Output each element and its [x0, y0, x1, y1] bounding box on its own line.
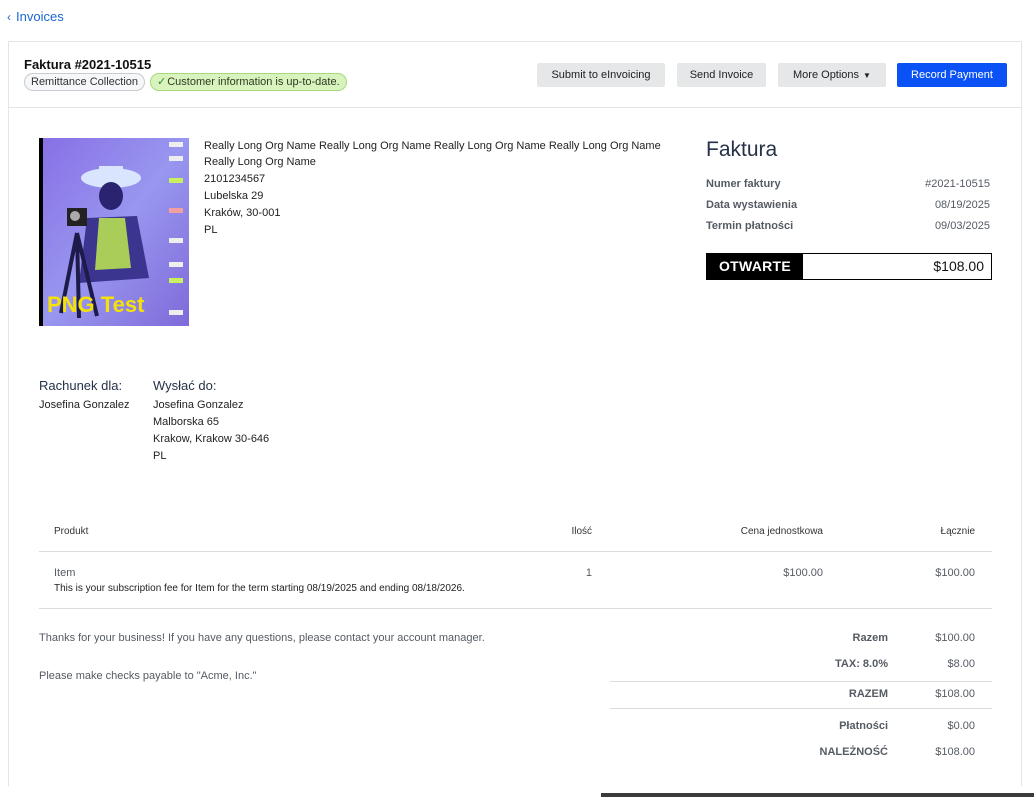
table-header-divider — [39, 551, 992, 552]
customer-info-chip-label: Customer information is up-to-date. — [167, 76, 340, 88]
ship-to-street: Malborska 65 — [153, 416, 220, 428]
company-logo: PNG Test — [39, 138, 189, 326]
submit-einvoicing-button[interactable]: Submit to eInvoicing — [537, 63, 665, 87]
subtotal-value: $100.00 — [935, 632, 975, 644]
payments-value: $0.00 — [947, 720, 975, 732]
send-invoice-button[interactable]: Send Invoice — [677, 63, 766, 87]
amount-due-value: $108.00 — [935, 746, 975, 758]
col-header-unit-price: Cena jednostkowa — [740, 526, 823, 537]
chevron-down-icon: ▼ — [863, 71, 871, 80]
seller-name-line1: Really Long Org Name Really Long Org Nam… — [204, 140, 661, 152]
logo-image: PNG Test — [43, 138, 189, 326]
ship-to-city: Krakow, Krakow 30-646 — [153, 433, 270, 445]
col-header-product: Produkt — [54, 526, 89, 537]
tax-label: TAX: 8.0% — [835, 658, 888, 670]
status-amount: $108.00 — [933, 258, 984, 274]
bill-to-heading: Rachunek dla: — [39, 378, 123, 393]
payments-label: Płatności — [839, 720, 888, 732]
back-link-label: Invoices — [16, 9, 64, 24]
due-date-value: 09/03/2025 — [934, 220, 990, 232]
seller-city: Kraków, 30-001 — [204, 207, 281, 219]
back-to-invoices-link[interactable]: ‹ Invoices — [7, 9, 64, 24]
row-qty: 1 — [585, 567, 592, 579]
row-description: This is your subscription fee for Item f… — [54, 583, 465, 594]
document-title: Faktura — [706, 138, 778, 161]
totals-divider-1 — [610, 681, 992, 682]
more-options-button[interactable]: More Options ▼ — [778, 63, 886, 87]
col-header-qty: Ilość — [571, 526, 592, 537]
issue-date-value: 08/19/2025 — [934, 199, 990, 211]
seller-tax-id: 2101234567 — [204, 173, 266, 185]
invoice-header: Faktura #2021-10515 Remittance Collectio… — [9, 42, 1021, 108]
col-header-total: Łącznie — [940, 526, 975, 537]
invoice-number-value: #2021-10515 — [925, 178, 990, 190]
bill-to-name: Josefina Gonzalez — [39, 399, 130, 411]
totals-divider-2 — [610, 708, 992, 709]
bottom-scrollbar[interactable] — [601, 793, 1034, 797]
amount-due-label: NALEŻNOŚĆ — [819, 746, 888, 758]
issue-date-label: Data wystawienia — [706, 199, 798, 211]
remittance-chip: Remittance Collection — [24, 73, 145, 91]
ship-to-name: Josefina Gonzalez — [153, 399, 244, 411]
invoice-title: Faktura #2021-10515 — [24, 57, 152, 72]
due-date-label: Termin płatności — [706, 220, 794, 232]
chevron-left-icon: ‹ — [7, 9, 11, 24]
more-options-label: More Options — [793, 69, 860, 81]
status-box: OTWARTE $108.00 — [706, 253, 992, 280]
invoice-card: Faktura #2021-10515 Remittance Collectio… — [8, 41, 1022, 786]
checks-note: Please make checks payable to "Acme, Inc… — [39, 670, 257, 682]
table-row-divider — [39, 608, 992, 609]
seller-country: PL — [204, 224, 218, 236]
row-total: $100.00 — [935, 567, 975, 579]
check-icon: ✓ — [157, 76, 167, 88]
row-unit-price: $100.00 — [783, 567, 823, 579]
thanks-note: Thanks for your business! If you have an… — [39, 632, 485, 644]
customer-info-chip: ✓Customer information is up-to-date. — [150, 73, 347, 91]
status-badge: OTWARTE — [707, 254, 803, 279]
total-value: $108.00 — [935, 688, 975, 700]
subtotal-label: Razem — [852, 632, 888, 644]
total-label: RAZEM — [848, 688, 888, 700]
seller-street: Lubelska 29 — [204, 190, 264, 202]
seller-name-line2: Really Long Org Name — [204, 156, 316, 168]
ship-to-heading: Wysłać do: — [153, 378, 217, 393]
record-payment-button[interactable]: Record Payment — [897, 63, 1007, 87]
tax-value: $8.00 — [947, 658, 975, 670]
row-product: Item — [54, 567, 76, 579]
invoice-number-label: Numer faktury — [706, 178, 781, 190]
logo-caption: PNG Test — [47, 292, 145, 317]
ship-to-country: PL — [153, 450, 167, 462]
